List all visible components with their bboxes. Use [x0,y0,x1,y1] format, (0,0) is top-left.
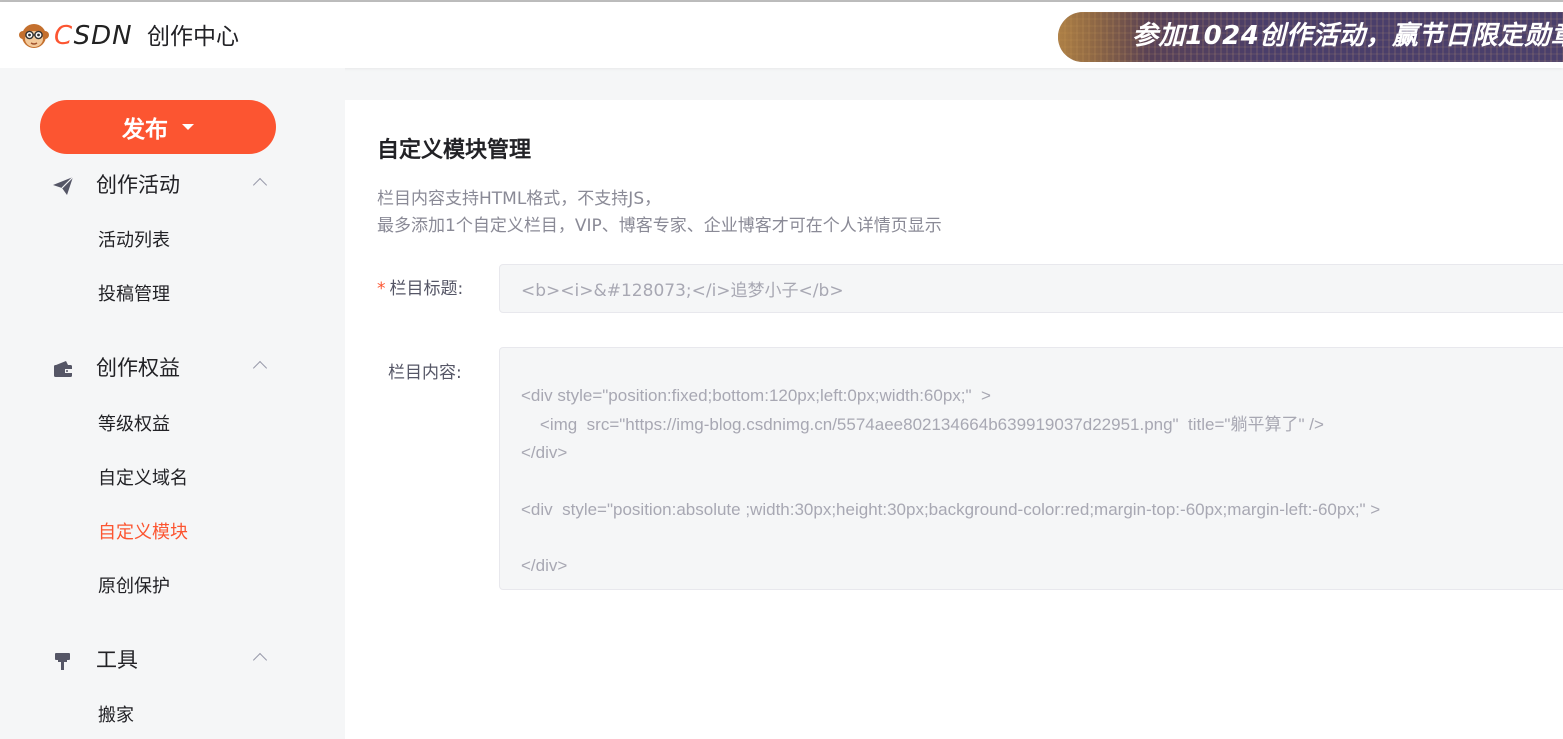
top-header: CSDN 创作中心 参加1024创作活动，赢节日限定勋章 [0,2,1563,68]
sidebar-group-creation-activity[interactable]: 创作活动 [0,168,345,202]
promo-banner[interactable]: 参加1024创作活动，赢节日限定勋章 [1058,12,1563,62]
sidebar-group-label: 创作权益 [96,356,180,380]
paint-roller-icon [55,653,70,670]
csdn-logo[interactable]: CSDN [18,20,133,52]
required-asterisk: * [377,279,386,299]
paper-plane-icon [53,176,74,195]
banner-text: 参加1024创作活动，赢节日限定勋章 [1132,21,1563,51]
column-title-input[interactable] [499,264,1563,313]
content-line: <div style="position:absolute ;width:30p… [521,500,1381,519]
sidebar-item-original-protection[interactable]: 原创保护 [98,574,170,600]
column-title-label-text: 栏目标题: [389,279,464,299]
sidebar-group-tools[interactable]: 工具 [0,643,345,677]
publish-label: 发布 [122,117,168,143]
wallet-icon [54,361,72,377]
sidebar: 发布 创作活动 活动列表 投稿管理 创作权益 等级权益 自定义域名 自定义模块 … [0,68,345,739]
chevron-up-icon [252,177,268,193]
sidebar-item-submission-management[interactable]: 投稿管理 [98,282,170,308]
description-line: 最多添加1个自定义栏目，VIP、博客专家、企业博客才可在个人详情页显示 [377,216,942,236]
sidebar-item-level-rights[interactable]: 等级权益 [98,412,170,438]
sidebar-group-creation-rights[interactable]: 创作权益 [0,351,345,385]
page-title: 自定义模块管理 [377,138,532,163]
sidebar-item-custom-module[interactable]: 自定义模块 [98,520,188,546]
main-content: 自定义模块管理 栏目内容支持HTML格式，不支持JS， 最多添加1个自定义栏目，… [345,100,1563,739]
sidebar-item-migration[interactable]: 搬家 [98,703,134,729]
sidebar-group-label: 创作活动 [96,173,180,197]
monkey-mascot-icon [19,24,49,48]
column-content-label: 栏目内容: [388,363,462,383]
chevron-up-icon [252,652,268,668]
content-line: <div style="position:fixed;bottom:120px;… [521,386,991,405]
column-title-label: * 栏目标题: [377,276,463,302]
app-title: 创作中心 [147,24,239,50]
publish-button[interactable]: 发布 [40,100,276,154]
caret-down-icon [182,124,194,130]
content-line: </div> [521,556,568,575]
description-line: 栏目内容支持HTML格式，不支持JS， [377,189,662,209]
page-description: 栏目内容支持HTML格式，不支持JS， 最多添加1个自定义栏目，VIP、博客专家… [377,186,942,240]
content-line: <img src="https://img-blog.csdnimg.cn/55… [521,415,1324,434]
sidebar-item-custom-domain[interactable]: 自定义域名 [98,466,188,492]
column-content-textarea[interactable]: <div style="position:fixed;bottom:120px;… [499,347,1563,590]
sidebar-item-activity-list[interactable]: 活动列表 [98,228,170,254]
content-line: </div> [521,443,568,462]
logo-wordmark: CSDN [54,21,133,51]
chevron-up-icon [252,360,268,376]
sidebar-group-label: 工具 [96,648,138,672]
